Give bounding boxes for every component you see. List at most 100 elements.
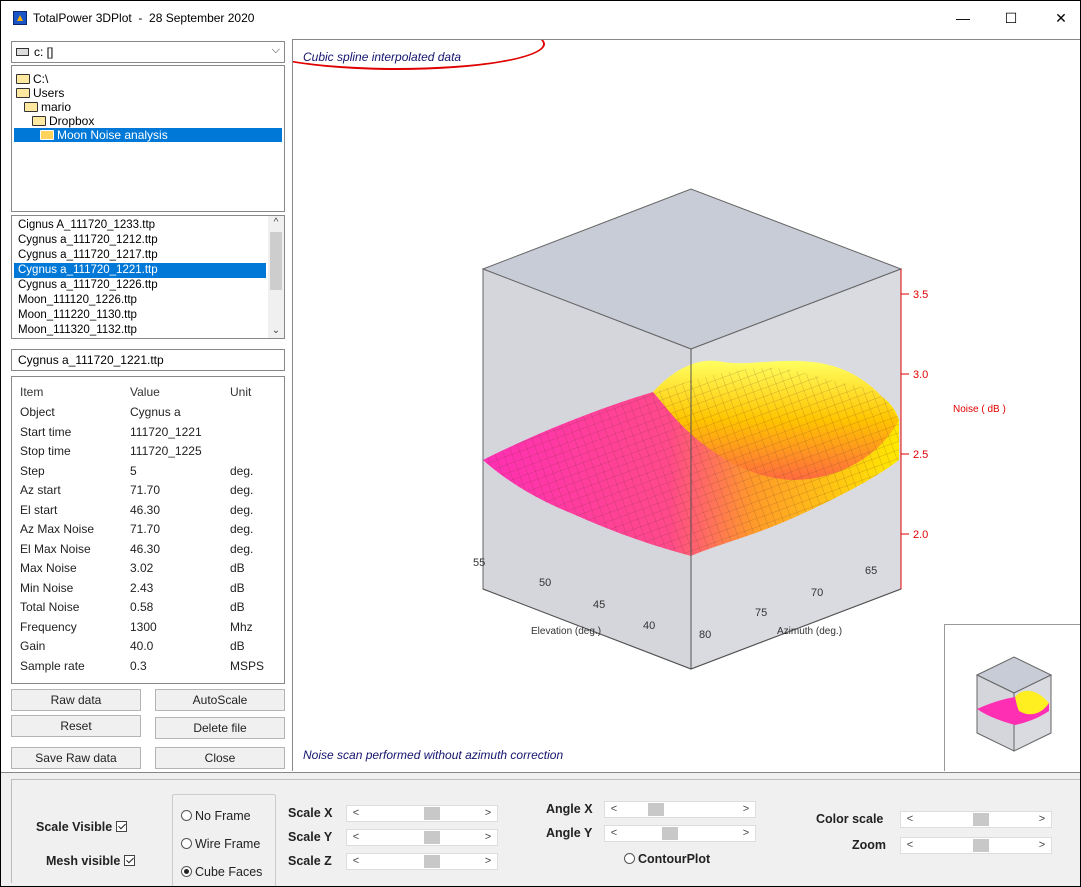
info-value: 111720_1225 — [130, 444, 202, 458]
arrow-left-icon[interactable]: < — [607, 802, 621, 817]
slider-thumb[interactable] — [423, 831, 440, 844]
file-item[interactable]: Moon_111320_1132.ttp — [18, 323, 270, 338]
azimuth-tick: 80 — [699, 629, 711, 641]
info-item: Az Max Noise — [20, 522, 95, 536]
folder-item[interactable]: Dropbox — [32, 114, 94, 128]
maximize-button[interactable]: ☐ — [991, 6, 1031, 30]
info-row: Step 5 deg. — [12, 464, 284, 483]
azimuth-label: Azimuth (deg.) — [777, 626, 842, 637]
elevation-tick: 55 — [473, 557, 485, 569]
angle-y-label: Angle Y — [546, 826, 593, 840]
file-item[interactable]: Cygnus a_111720_1221.ttp — [14, 263, 266, 278]
file-item[interactable]: Moon_111120_1226.ttp — [18, 293, 270, 308]
chevron-down-icon[interactable]: ⌵ — [272, 44, 280, 57]
slider-thumb[interactable] — [423, 807, 440, 820]
color-scale-slider[interactable]: < > — [900, 811, 1052, 828]
info-row: Start time 111720_1221 — [12, 425, 284, 444]
arrow-left-icon[interactable]: < — [349, 806, 363, 821]
close-button[interactable]: Close — [155, 747, 285, 769]
app-window: TotalPower 3DPlot - 28 September 2020 — … — [0, 0, 1081, 887]
radio-icon[interactable] — [181, 810, 192, 821]
contour-plot-radio[interactable]: ContourPlot — [624, 852, 710, 866]
slider-thumb[interactable] — [972, 839, 989, 852]
mesh-visible-toggle[interactable]: Mesh visible — [46, 854, 136, 868]
mesh-visible-checkbox[interactable] — [124, 855, 136, 866]
mini-preview — [944, 624, 1080, 771]
arrow-right-icon[interactable]: > — [739, 826, 753, 841]
info-value: 5 — [130, 463, 137, 478]
arrow-left-icon[interactable]: < — [903, 838, 917, 853]
current-file-field[interactable]: Cygnus a_111720_1221.ttp — [11, 349, 285, 371]
radio-label: Wire Frame — [195, 837, 261, 851]
file-item[interactable]: Cygnus a_111720_1226.ttp — [18, 278, 270, 293]
folder-label: mario — [41, 100, 72, 114]
raw-data-button[interactable]: Raw data — [11, 689, 141, 711]
folder-item[interactable]: C:\ — [16, 72, 48, 86]
scale-visible-checkbox[interactable] — [116, 821, 128, 832]
drive-select[interactable]: c: [] ⌵ — [11, 41, 285, 63]
scale-visible-toggle[interactable]: Scale Visible — [36, 820, 128, 834]
info-item: Gain — [20, 639, 46, 653]
elevation-tick: 40 — [643, 620, 655, 632]
folder-item[interactable]: mario — [24, 100, 71, 114]
slider-thumb[interactable] — [972, 813, 989, 826]
radio-no-frame[interactable]: No Frame — [181, 809, 251, 823]
close-window-button[interactable]: ✕ — [1041, 6, 1080, 30]
z-axis-label: Noise ( dB ) — [953, 404, 1006, 415]
info-unit: deg. — [230, 502, 254, 517]
file-item[interactable]: Cignus A_111720_1233.ttp — [18, 218, 270, 233]
info-item: Total Noise — [20, 600, 80, 614]
minimize-button[interactable]: — — [943, 6, 983, 30]
arrow-left-icon[interactable]: < — [903, 812, 917, 827]
arrow-left-icon[interactable]: < — [349, 830, 363, 845]
file-item[interactable]: Cygnus a_111720_1212.ttp — [18, 233, 270, 248]
slider-thumb[interactable] — [662, 827, 679, 840]
info-item: Frequency — [20, 619, 77, 634]
info-value: 1300 — [130, 619, 157, 634]
info-row: Az start 71.70 deg. — [12, 483, 284, 502]
folder-item[interactable]: Moon Noise analysis — [14, 128, 282, 142]
info-value: 2.43 — [130, 580, 154, 595]
arrow-right-icon[interactable]: > — [481, 830, 495, 845]
arrow-right-icon[interactable]: > — [481, 806, 495, 821]
reset-button[interactable]: Reset — [11, 715, 141, 737]
folder-label: Moon Noise analysis — [57, 128, 168, 142]
arrow-right-icon[interactable]: > — [481, 854, 495, 869]
radio-cube-faces[interactable]: Cube Faces — [181, 865, 262, 879]
arrow-right-icon[interactable]: > — [739, 802, 753, 817]
slider-thumb[interactable] — [423, 855, 440, 868]
info-value: 40.0 — [130, 639, 154, 653]
scale-z-slider[interactable]: < > — [346, 853, 498, 870]
folder-item[interactable]: Users — [16, 86, 64, 100]
radio-label: Cube Faces — [195, 865, 263, 879]
zoom-slider[interactable]: < > — [900, 837, 1052, 854]
plot-area[interactable]: Cubic spline interpolated data 3.5 3.0 2… — [292, 39, 1080, 771]
scale-y-slider[interactable]: < > — [346, 829, 498, 846]
radio-icon[interactable] — [181, 866, 192, 877]
autoscale-button[interactable]: AutoScale — [155, 689, 285, 711]
slider-thumb[interactable] — [647, 803, 664, 816]
scroll-down-icon[interactable]: ⌄ — [268, 324, 284, 338]
arrow-left-icon[interactable]: < — [607, 826, 621, 841]
scroll-up-icon[interactable]: ^ — [268, 216, 284, 230]
header-unit: Unit — [230, 385, 252, 399]
angle-x-label: Angle X — [546, 802, 593, 816]
file-item[interactable]: Moon_111220_1130.ttp — [18, 308, 270, 323]
window-title: TotalPower 3DPlot - 28 September 2020 — [33, 11, 255, 25]
scroll-thumb[interactable] — [270, 232, 282, 290]
arrow-right-icon[interactable]: > — [1035, 812, 1049, 827]
radio-wire-frame[interactable]: Wire Frame — [181, 837, 260, 851]
file-list-scrollbar[interactable]: ^ ⌄ — [268, 216, 284, 338]
arrow-right-icon[interactable]: > — [1035, 838, 1049, 853]
arrow-left-icon[interactable]: < — [349, 854, 363, 869]
radio-icon[interactable] — [181, 838, 192, 849]
save-raw-data-button[interactable]: Save Raw data — [11, 747, 141, 769]
delete-file-button[interactable]: Delete file — [155, 717, 285, 739]
scale-x-slider[interactable]: < > — [346, 805, 498, 822]
radio-icon[interactable] — [624, 853, 635, 864]
header-value: Value — [130, 385, 160, 399]
file-item[interactable]: Cygnus a_111720_1217.ttp — [18, 248, 270, 263]
angle-x-slider[interactable]: < > — [604, 801, 756, 818]
angle-y-slider[interactable]: < > — [604, 825, 756, 842]
info-row: Sample rate 0.3 MSPS — [12, 659, 284, 678]
